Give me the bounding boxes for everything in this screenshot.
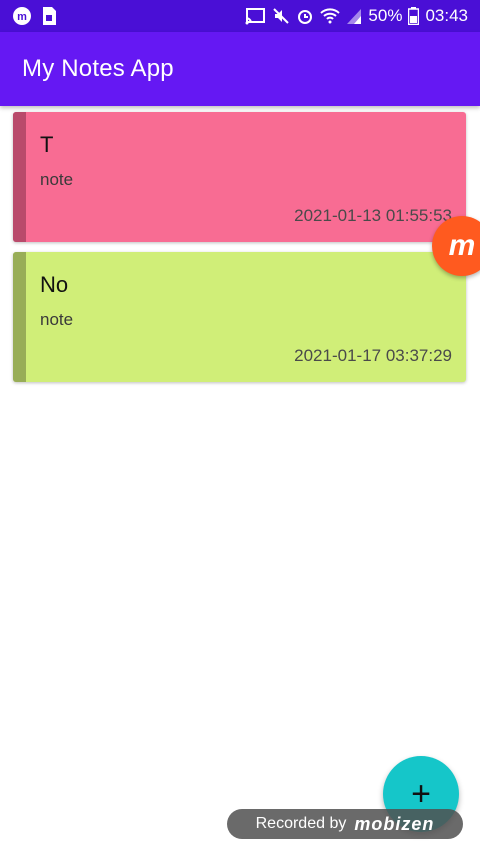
note-body: note [40, 170, 74, 189]
wifi-icon [320, 7, 341, 25]
signal-icon [346, 7, 362, 25]
mute-icon [272, 7, 290, 25]
note-card[interactable]: T note 2021-01-13 01:55:53 [13, 112, 466, 242]
sim-card-icon [40, 6, 58, 26]
note-color-stripe [13, 112, 26, 242]
app-bar: My Notes App [0, 32, 480, 106]
recorded-by-label: Recorded by [255, 815, 347, 832]
alarm-icon [296, 7, 314, 25]
status-bar: m 50% 03:43 [0, 0, 480, 32]
clock: 03:43 [425, 6, 468, 25]
status-right: 50% 03:43 [244, 6, 468, 26]
note-title: T [40, 132, 54, 157]
note-color-stripe [13, 252, 26, 382]
note-card[interactable]: No note 2021-01-17 03:37:29 [13, 252, 466, 382]
plus-icon: + [411, 775, 431, 813]
battery-icon [408, 7, 420, 25]
note-date: 2021-01-17 03:37:29 [294, 346, 452, 365]
recorded-by-watermark: Recorded by mobizen [227, 809, 463, 839]
status-left: m [12, 6, 58, 26]
note-title: No [40, 272, 69, 297]
svg-text:m: m [17, 11, 27, 23]
note-body: note [40, 310, 74, 329]
note-date: 2021-01-13 01:55:53 [294, 206, 452, 225]
app-title: My Notes App [22, 55, 174, 82]
mobizen-icon: m [448, 229, 476, 262]
battery-percent: 50% [368, 6, 403, 25]
mobizen-logo: mobizen [354, 813, 435, 834]
mobizen-icon: m [12, 6, 32, 26]
cast-icon [244, 7, 266, 25]
